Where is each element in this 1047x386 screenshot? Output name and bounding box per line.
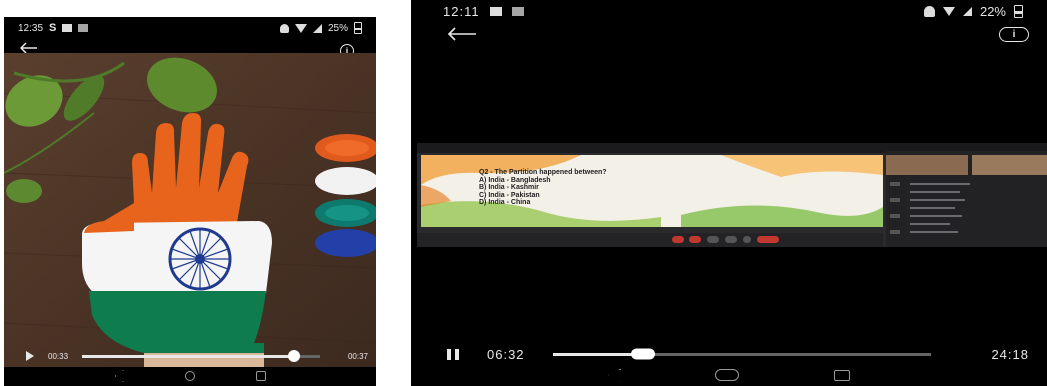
gallery-icon (78, 24, 89, 32)
participant-row (910, 183, 970, 185)
elapsed-time: 00:33 (48, 351, 69, 361)
pause-icon[interactable] (447, 348, 459, 360)
video-frame-hand-flag (4, 53, 376, 367)
nav-recents-icon[interactable] (833, 369, 850, 381)
participant-tile (886, 155, 968, 175)
captions-button[interactable] (707, 236, 719, 243)
video-frame-meeting: Q2 - The Partition happened between? A) … (417, 143, 1047, 247)
seek-bar-fill (552, 352, 644, 356)
duration-time: 00:37 (347, 351, 368, 361)
video-controls: 00:33 00:37 (4, 349, 376, 363)
quiz-option-a: A) India - Bangladesh (479, 176, 551, 184)
wifi-icon (942, 6, 955, 16)
info-icon[interactable]: i (999, 27, 1029, 42)
battery-icon (1014, 4, 1023, 18)
notification-icon (62, 24, 73, 32)
quiz-slide: Q2 - The Partition happened between? A) … (421, 155, 883, 227)
battery-percent: 25% (327, 22, 348, 34)
left-phone-screenshot: 12:35 S 25% i 00:33 00:37 (4, 17, 376, 386)
avatar (890, 198, 900, 202)
notification-icon (489, 6, 502, 16)
present-button[interactable] (725, 236, 737, 243)
status-time: 12:35 (18, 22, 44, 34)
participant-row (910, 223, 950, 225)
status-bar: 12:11 22% (411, 0, 1047, 22)
participant-row (910, 231, 958, 233)
more-button[interactable] (743, 236, 751, 243)
avatar (890, 214, 900, 218)
mute-icon (923, 5, 935, 17)
quiz-text: Q2 - The Partition happened between? A) … (479, 169, 607, 207)
gallery-icon (511, 6, 524, 16)
back-arrow-icon[interactable] (447, 27, 477, 46)
mute-icon (279, 23, 289, 33)
elapsed-time: 06:32 (487, 346, 525, 362)
camera-button[interactable] (689, 236, 701, 243)
participant-row (910, 191, 960, 193)
avatar (890, 182, 900, 186)
battery-icon (354, 22, 362, 34)
quiz-option-c: C) India - Pakistan (479, 191, 540, 199)
right-phone-screenshot: 12:11 22% i Q2 - The Partition happened … (411, 0, 1047, 386)
status-time: 12:11 (443, 3, 480, 19)
nav-recents-icon[interactable] (255, 371, 266, 381)
nav-home-icon[interactable] (715, 369, 740, 381)
status-bar: 12:35 S 25% (4, 17, 376, 39)
signal-icon (962, 6, 972, 16)
nav-bar (4, 366, 376, 386)
nav-home-icon[interactable] (184, 371, 195, 381)
avatar (890, 230, 900, 234)
mic-button[interactable] (672, 236, 684, 243)
seek-bar[interactable] (552, 348, 932, 360)
participant-row (910, 215, 962, 217)
nav-back-icon[interactable] (114, 370, 124, 382)
nav-back-icon[interactable] (608, 368, 622, 382)
participant-row (910, 207, 955, 209)
nav-bar (411, 364, 1047, 386)
quiz-option-d: D) India - China (479, 199, 531, 206)
participant-tile (972, 155, 1047, 175)
quiz-option-b: B) India - Kashmir (479, 184, 539, 191)
play-icon[interactable] (26, 351, 34, 361)
meeting-toolbar (417, 233, 883, 247)
video-controls: 06:32 24:18 (411, 346, 1047, 362)
seek-bar[interactable] (82, 350, 320, 362)
wifi-icon (294, 23, 307, 33)
participants-panel (886, 151, 1047, 247)
seek-thumb[interactable] (631, 348, 656, 360)
end-call-button[interactable] (757, 236, 779, 243)
duration-time: 24:18 (991, 346, 1029, 362)
seek-bar-fill (82, 354, 294, 358)
seek-thumb[interactable] (287, 350, 300, 362)
quiz-question: Q2 - The Partition happened between? (479, 169, 607, 176)
participant-row (910, 199, 965, 201)
battery-percent: 22% (979, 3, 1006, 19)
signal-icon (312, 23, 322, 33)
app-s-icon: S (49, 22, 57, 34)
